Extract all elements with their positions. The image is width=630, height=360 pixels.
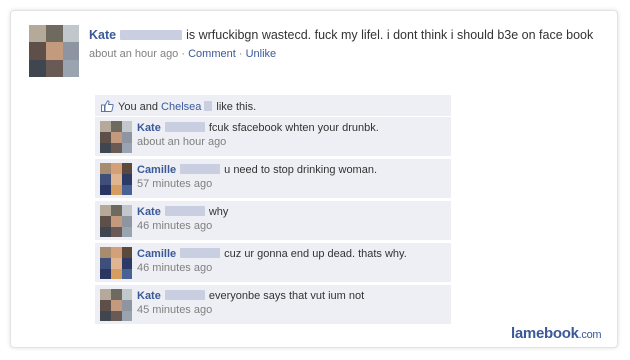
likes-sentence: You and Chelsea like this. (95, 95, 451, 117)
comment-timestamp: 46 minutes ago (137, 262, 213, 274)
comment-author[interactable]: Kate (137, 122, 161, 134)
story-meta: about an hour ago · Comment · Unlike (89, 48, 599, 60)
comment-item: Camille u need to stop drinking woman. 57… (95, 159, 451, 199)
comment-text: fcuk sfacebook whten your drunbk. (208, 122, 379, 134)
redacted-surname (164, 122, 205, 132)
commenter-avatar[interactable] (100, 289, 132, 321)
redacted-surname (204, 101, 213, 111)
unlike-link[interactable]: Unlike (246, 48, 277, 60)
likes-suffix: like this. (216, 101, 257, 113)
comment-item: Kate why 46 minutes ago (95, 201, 451, 241)
separator: · (181, 48, 186, 60)
comment-author[interactable]: Camille (137, 164, 176, 176)
comment-timestamp: 45 minutes ago (137, 304, 213, 316)
thumbs-up-icon (101, 100, 114, 112)
story-message: is wrfuckibgn wastecd. fuck my lifel. i … (186, 28, 594, 42)
comment-item: Camille cuz ur gonna end up dead. thats w… (95, 243, 451, 283)
feedback-section: You and Chelsea like this. Kate fcuk sface… (95, 95, 451, 327)
author-avatar[interactable] (29, 25, 79, 77)
comment-link[interactable]: Comment (188, 48, 236, 60)
comment-text: cuz ur gonna end up dead. thats why. (224, 248, 407, 260)
comment-text: u need to stop drinking woman. (224, 164, 378, 176)
commenter-avatar[interactable] (100, 121, 132, 153)
liker-name[interactable]: Chelsea (161, 101, 201, 113)
redacted-surname (120, 30, 183, 40)
story-text: Kate is wrfuckibgn wastecd. fuck my lifel… (89, 27, 599, 43)
likes-prefix: You and (118, 101, 158, 113)
story: Kate is wrfuckibgn wastecd. fuck my lifel… (89, 27, 599, 60)
redacted-surname (164, 290, 205, 300)
comment-author[interactable]: Kate (137, 290, 161, 302)
lamebook-logo: lamebook.com (511, 325, 602, 342)
redacted-surname (180, 164, 221, 174)
commenter-avatar[interactable] (100, 205, 132, 237)
brand-tld: .com (578, 329, 602, 341)
comment-item: Kate everyonbe says that vut ium not 45 m… (95, 285, 451, 325)
comment-timestamp: 46 minutes ago (137, 220, 213, 232)
comment-text: everyonbe says that vut ium not (208, 290, 365, 302)
post-card: Kate is wrfuckibgn wastecd. fuck my lifel… (10, 10, 618, 348)
redacted-surname (164, 206, 205, 216)
commenter-avatar[interactable] (100, 163, 132, 195)
separator: · (238, 48, 243, 60)
redacted-surname (180, 248, 221, 258)
comment-author[interactable]: Camille (137, 248, 176, 260)
comment-text: why (208, 206, 229, 218)
comment-item: Kate fcuk sfacebook whten your drunbk. ab… (95, 117, 451, 157)
comment-timestamp: about an hour ago (137, 136, 227, 148)
author-name[interactable]: Kate (89, 28, 116, 42)
story-timestamp[interactable]: about an hour ago (89, 48, 178, 60)
comment-timestamp: 57 minutes ago (137, 178, 213, 190)
comment-author[interactable]: Kate (137, 206, 161, 218)
brand-name: lamebook (511, 325, 579, 342)
commenter-avatar[interactable] (100, 247, 132, 279)
